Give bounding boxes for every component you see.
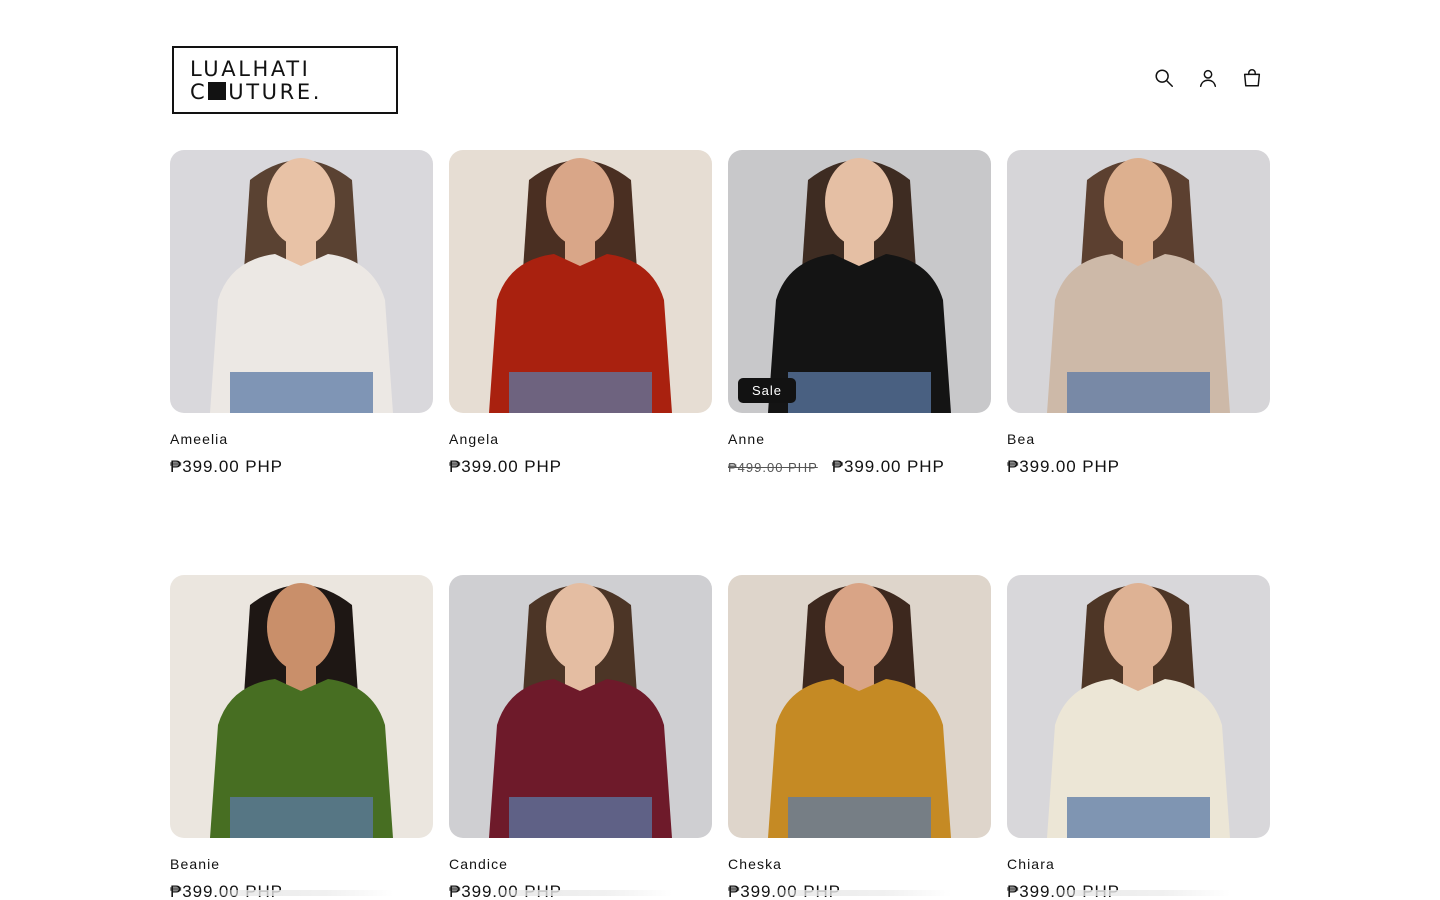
next-row-preview xyxy=(170,886,1270,900)
product-image[interactable] xyxy=(170,575,433,838)
product-card[interactable]: Cheska₱399.00 PHP xyxy=(728,575,991,900)
product-image[interactable] xyxy=(1007,150,1270,413)
product-title[interactable]: Beanie xyxy=(170,856,433,872)
logo-line-2: C UTURE. xyxy=(190,82,322,103)
product-price: ₱399.00 PHP xyxy=(449,457,562,476)
product-title[interactable]: Chiara xyxy=(1007,856,1270,872)
product-image[interactable] xyxy=(449,150,712,413)
account-icon xyxy=(1199,69,1217,87)
product-card[interactable]: Angela ₱399.00 PHP xyxy=(449,150,712,477)
product-price: ₱399.00 PHP xyxy=(170,457,283,476)
product-image[interactable] xyxy=(170,150,433,413)
product-photo xyxy=(1007,575,1270,838)
product-image[interactable] xyxy=(1007,575,1270,838)
product-card[interactable]: Ameelia ₱399.00 PHP xyxy=(170,150,433,477)
product-title[interactable]: Cheska xyxy=(728,856,991,872)
product-price: ₱399.00 PHP xyxy=(831,457,945,476)
logo-line-2-start: C xyxy=(190,80,208,104)
product-photo xyxy=(728,150,991,413)
account-button[interactable] xyxy=(1190,60,1226,96)
product-card[interactable]: Sale Anne ₱499.00 PHP ₱399.00 PHP xyxy=(728,150,991,477)
product-photo xyxy=(170,575,433,838)
faded-title-placeholder xyxy=(170,890,433,896)
product-title[interactable]: Ameelia xyxy=(170,431,433,447)
product-card[interactable]: Beanie₱399.00 PHP xyxy=(170,575,433,900)
compare-at-price: ₱499.00 PHP xyxy=(728,460,818,475)
faded-title-placeholder xyxy=(1007,890,1270,896)
logo-line-2-end: UTURE. xyxy=(228,80,322,104)
product-grid: Ameelia ₱399.00 PHP Angela ₱399.00 PHP Sale A… xyxy=(170,150,1270,900)
cart-button[interactable] xyxy=(1234,60,1270,96)
product-image[interactable]: Sale xyxy=(728,150,991,413)
price-row: ₱499.00 PHP ₱399.00 PHP xyxy=(728,457,991,477)
product-photo xyxy=(1007,150,1270,413)
faded-title-placeholder xyxy=(449,890,712,896)
logo-square-mark xyxy=(208,82,227,100)
product-image[interactable] xyxy=(449,575,712,838)
product-card[interactable]: Chiara₱399.00 PHP xyxy=(1007,575,1270,900)
product-title[interactable]: Anne xyxy=(728,431,991,447)
faded-title-placeholder xyxy=(728,890,991,896)
product-photo xyxy=(449,150,712,413)
product-title[interactable]: Candice xyxy=(449,856,712,872)
product-card[interactable]: Bea ₱399.00 PHP xyxy=(1007,150,1270,477)
price-row: ₱399.00 PHP xyxy=(170,457,433,477)
sale-badge: Sale xyxy=(738,378,797,403)
price-row: ₱399.00 PHP xyxy=(1007,457,1270,477)
cart-icon xyxy=(1243,69,1261,87)
product-title[interactable]: Bea xyxy=(1007,431,1270,447)
product-photo xyxy=(449,575,712,838)
product-price: ₱399.00 PHP xyxy=(1007,457,1120,476)
price-row: ₱399.00 PHP xyxy=(449,457,712,477)
store-logo[interactable]: LUALHATI C UTURE. xyxy=(172,46,398,114)
product-photo xyxy=(728,575,991,838)
search-button[interactable] xyxy=(1146,60,1182,96)
search-icon xyxy=(1155,69,1173,87)
product-image[interactable] xyxy=(728,575,991,838)
product-card[interactable]: Candice₱399.00 PHP xyxy=(449,575,712,900)
header-icons xyxy=(1146,60,1270,96)
logo-line-1: LUALHATI xyxy=(190,57,311,81)
site-header: LUALHATI C UTURE. xyxy=(170,44,1270,116)
product-photo xyxy=(170,150,433,413)
product-title[interactable]: Angela xyxy=(449,431,712,447)
